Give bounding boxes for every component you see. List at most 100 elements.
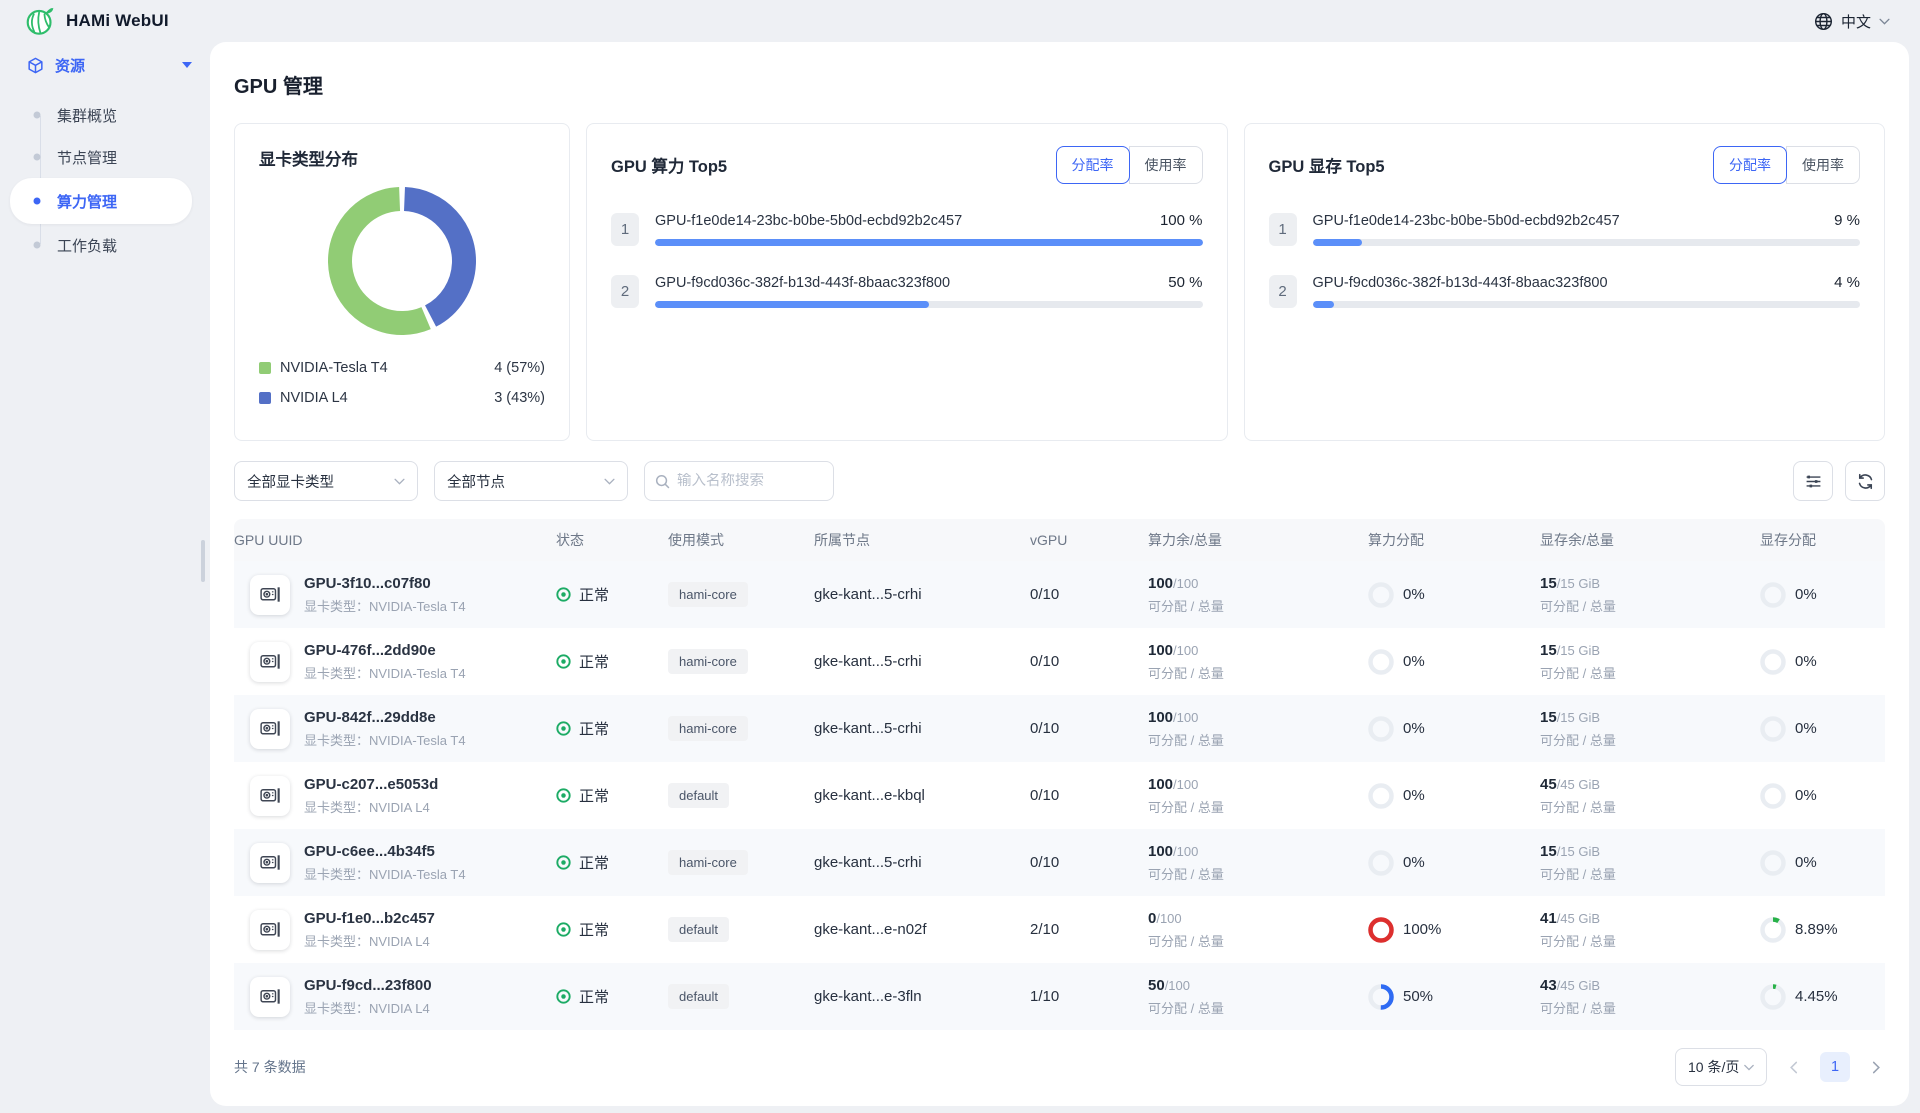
prev-page-button[interactable] bbox=[1785, 1057, 1802, 1078]
memory-free: 43 bbox=[1540, 977, 1557, 994]
summary-cards: 显卡类型分布 NVIDIA-Tesla T4 4 (57%) NVIDIA L4 bbox=[234, 123, 1885, 441]
cube-icon bbox=[26, 56, 45, 75]
page-size-select[interactable]: 10 条/页 bbox=[1675, 1048, 1767, 1086]
chevron-down-icon bbox=[1879, 18, 1890, 25]
core-free: 100 bbox=[1148, 642, 1173, 659]
toggle-button[interactable]: 使用率 bbox=[1129, 146, 1203, 184]
core-alloc-percent: 0% bbox=[1403, 720, 1425, 737]
gpu-type-select[interactable]: 全部显卡类型 bbox=[234, 461, 418, 501]
chevron-down-icon bbox=[604, 478, 615, 485]
gpu-type-label: 显卡类型：NVIDIA-Tesla T4 bbox=[304, 730, 466, 749]
page-number-button[interactable]: 1 bbox=[1820, 1052, 1850, 1082]
column-header: 算力分配 bbox=[1368, 530, 1540, 550]
table-row: GPU-3f10...c07f80 显卡类型：NVIDIA-Tesla T4 正… bbox=[234, 561, 1885, 628]
submenu-dot-icon bbox=[34, 112, 41, 119]
sidebar-item-label: 集群概览 bbox=[57, 105, 117, 126]
toggle-button[interactable]: 分配率 bbox=[1713, 146, 1787, 184]
vgpu-value: 0/10 bbox=[1030, 854, 1148, 871]
sidebar-item[interactable]: 集群概览 bbox=[10, 94, 192, 136]
percentage-value: 9 % bbox=[1822, 212, 1860, 229]
column-header: 算力余/总量 bbox=[1148, 530, 1368, 550]
search-icon bbox=[655, 474, 670, 489]
gpu-uuid: GPU-c6ee...4b34f5 bbox=[304, 843, 466, 860]
quota-caption: 可分配 / 总量 bbox=[1540, 998, 1752, 1017]
legend-swatch bbox=[259, 392, 271, 404]
core-alloc-percent: 100% bbox=[1403, 921, 1441, 938]
submenu-dot-icon bbox=[34, 242, 41, 249]
core-alloc-ring-icon bbox=[1368, 582, 1394, 608]
status-ok-icon bbox=[556, 922, 571, 937]
core-alloc-ring-icon bbox=[1368, 917, 1394, 943]
table-footer: 共 7 条数据 10 条/页 1 bbox=[234, 1048, 1885, 1086]
language-label: 中文 bbox=[1841, 11, 1871, 32]
status-text: 正常 bbox=[579, 919, 609, 940]
status-text: 正常 bbox=[579, 584, 609, 605]
card-title: GPU 显存 Top5 bbox=[1269, 153, 1385, 177]
gpu-uuid-text: GPU-f1e0de14-23bc-b0be-5b0d-ecbd92b2c457 bbox=[655, 213, 962, 229]
sidebar-item-label: 节点管理 bbox=[57, 147, 117, 168]
percentage-value: 50 % bbox=[1156, 274, 1202, 291]
quota-caption: 可分配 / 总量 bbox=[1148, 663, 1360, 682]
refresh-button[interactable] bbox=[1845, 461, 1885, 501]
core-alloc-ring-icon bbox=[1368, 716, 1394, 742]
legend-label: NVIDIA-Tesla T4 bbox=[280, 360, 388, 376]
sidebar-group-resources[interactable]: 资源 bbox=[0, 42, 210, 88]
page-size-value: 10 条/页 bbox=[1688, 1057, 1739, 1077]
table-row: GPU-c6ee...4b34f5 显卡类型：NVIDIA-Tesla T4 正… bbox=[234, 829, 1885, 896]
memory-total: /45 GiB bbox=[1557, 777, 1600, 792]
memory-toggle-group: 分配率 使用率 bbox=[1713, 146, 1860, 184]
search-input[interactable] bbox=[677, 473, 823, 489]
toggle-button[interactable]: 分配率 bbox=[1056, 146, 1130, 184]
gpu-type-label: 显卡类型：NVIDIA-Tesla T4 bbox=[304, 864, 466, 883]
toggle-button[interactable]: 使用率 bbox=[1786, 146, 1860, 184]
status-ok-icon bbox=[556, 654, 571, 669]
legend-value: 4 (57%) bbox=[494, 360, 545, 376]
node-select[interactable]: 全部节点 bbox=[434, 461, 628, 501]
mode-tag: default bbox=[668, 783, 729, 808]
gpu-uuid: GPU-476f...2dd90e bbox=[304, 642, 466, 659]
sidebar: 资源 集群概览 节点管理 算力管理 工作负载 bbox=[0, 42, 210, 266]
sidebar-item[interactable]: 节点管理 bbox=[10, 136, 192, 178]
status-text: 正常 bbox=[579, 785, 609, 806]
rank-badge: 2 bbox=[1269, 275, 1297, 308]
vgpu-value: 1/10 bbox=[1030, 988, 1148, 1005]
total-count: 共 7 条数据 bbox=[234, 1057, 306, 1077]
gpu-card-icon bbox=[250, 910, 290, 950]
language-selector[interactable]: 中文 bbox=[1814, 0, 1890, 42]
sidebar-item[interactable]: 算力管理 bbox=[10, 178, 192, 224]
sidebar-item[interactable]: 工作负载 bbox=[10, 224, 192, 266]
brand: HAMi WebUI bbox=[0, 5, 169, 37]
gpu-uuid: GPU-3f10...c07f80 bbox=[304, 575, 466, 592]
table-row: GPU-476f...2dd90e 显卡类型：NVIDIA-Tesla T4 正… bbox=[234, 628, 1885, 695]
gpu-table: GPU UUID状态使用模式所属节点vGPU算力余/总量算力分配显存余/总量显存… bbox=[234, 519, 1885, 1030]
core-alloc-ring-icon bbox=[1368, 984, 1394, 1010]
memory-alloc-ring-icon bbox=[1760, 783, 1786, 809]
gpu-uuid: GPU-842f...29dd8e bbox=[304, 709, 466, 726]
vgpu-value: 0/10 bbox=[1030, 787, 1148, 804]
memory-alloc-percent: 0% bbox=[1795, 787, 1817, 804]
column-settings-icon bbox=[1805, 473, 1822, 490]
node-name: gke-kant...e-3fln bbox=[814, 988, 1030, 1005]
memory-alloc-ring-icon bbox=[1760, 582, 1786, 608]
status-text: 正常 bbox=[579, 718, 609, 739]
core-alloc-percent: 0% bbox=[1403, 586, 1425, 603]
gpu-compute-top5-card: GPU 算力 Top5 分配率 使用率 1 GPU-f1 bbox=[586, 123, 1228, 441]
gpu-type-label: 显卡类型：NVIDIA-Tesla T4 bbox=[304, 596, 466, 615]
status-ok-icon bbox=[556, 989, 571, 1004]
gpu-uuid-text: GPU-f9cd036c-382f-b13d-443f-8baac323f800 bbox=[655, 275, 950, 291]
gpu-type-label: 显卡类型：NVIDIA-Tesla T4 bbox=[304, 663, 466, 682]
gpu-type-label: 显卡类型：NVIDIA L4 bbox=[304, 931, 435, 950]
gpu-uuid: GPU-f1e0...b2c457 bbox=[304, 910, 435, 927]
node-select-value: 全部节点 bbox=[447, 471, 505, 492]
sidebar-resize-handle[interactable] bbox=[201, 540, 205, 582]
column-header: 显存分配 bbox=[1760, 530, 1885, 550]
memory-alloc-ring-icon bbox=[1760, 917, 1786, 943]
status-ok-icon bbox=[556, 721, 571, 736]
memory-total: /45 GiB bbox=[1557, 978, 1600, 993]
column-settings-button[interactable] bbox=[1793, 461, 1833, 501]
progress-bar bbox=[655, 301, 1203, 308]
memory-alloc-ring-icon bbox=[1760, 716, 1786, 742]
memory-free: 15 bbox=[1540, 642, 1557, 659]
memory-free: 15 bbox=[1540, 575, 1557, 592]
next-page-button[interactable] bbox=[1868, 1057, 1885, 1078]
